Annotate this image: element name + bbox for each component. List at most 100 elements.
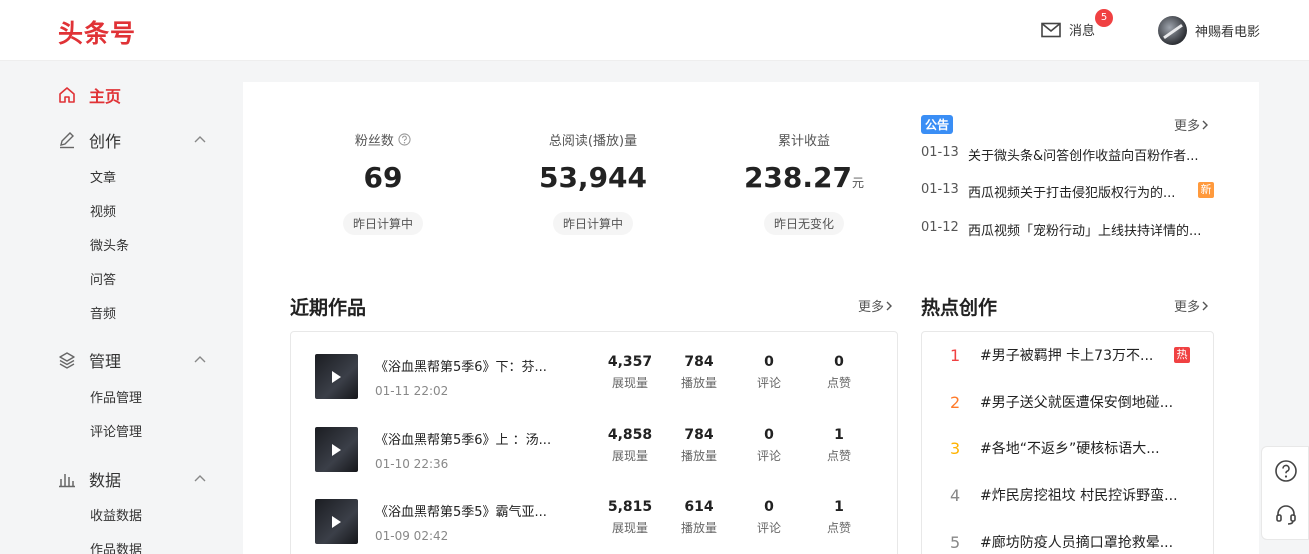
sidebar-group-create[interactable]: 创作	[58, 128, 121, 152]
sidebar-item-qa[interactable]: 问答	[90, 269, 116, 288]
metric-plays: 784 播放量	[680, 427, 717, 463]
video-thumbnail[interactable]	[315, 354, 358, 399]
metric-comments: 0 评论	[756, 499, 781, 535]
metric-comments: 0 评论	[756, 354, 781, 390]
hot-rank: 2	[950, 392, 961, 412]
hot-rank: 1	[950, 345, 961, 365]
announcement-item[interactable]: 01-13 关于微头条&问答创作收益向百粉作者...	[921, 145, 1208, 164]
hot-text: #炸民房挖祖坟 村民控诉野蛮...	[980, 488, 1178, 504]
stat-total-reads: 总阅读(播放)量 53,944 昨日计算中	[493, 130, 693, 235]
stat-label: 总阅读(播放)量	[548, 134, 638, 149]
work-title[interactable]: 《浴血黑帮第5季5》霸气亚...	[375, 501, 547, 520]
hot-text: #廊坊防疫人员摘口罩抢救晕...	[980, 535, 1174, 551]
help-icon[interactable]	[1274, 459, 1298, 483]
metric-impressions: 4,858 展现量	[607, 427, 653, 463]
announcement-item[interactable]: 01-13 西瓜视频关于打击侵犯版权行为的...	[921, 182, 1188, 201]
announcement-text: 西瓜视频关于打击侵犯版权行为的...	[968, 186, 1176, 201]
sidebar-item-works-data[interactable]: 作品数据	[90, 539, 142, 554]
metric-impressions: 5,815 展现量	[607, 499, 653, 535]
stat-note: 昨日计算中	[552, 212, 633, 235]
video-thumbnail[interactable]	[315, 499, 358, 544]
floating-help-panel	[1261, 446, 1309, 540]
sidebar-item-revenue-data[interactable]: 收益数据	[90, 505, 142, 524]
announcement-text: 西瓜视频「宠粉行动」上线扶持详情的...	[968, 224, 1202, 239]
sidebar-group-label: 创作	[89, 132, 122, 151]
home-icon	[59, 87, 75, 103]
hot-topics-more-link[interactable]: 更多	[1174, 296, 1210, 315]
sidebar-item-audio[interactable]: 音频	[90, 303, 116, 322]
sidebar-item-label: 主页	[89, 87, 122, 106]
work-row[interactable]: 《浴血黑帮第5季5》霸气亚... 01-09 02:42 5,815 展现量 61…	[291, 499, 897, 554]
hot-rank: 3	[950, 438, 961, 458]
stat-label: 粉丝数	[354, 134, 394, 149]
sidebar-group-data[interactable]: 数据	[58, 467, 121, 491]
hot-text: #男子送父就医遭保安倒地碰...	[980, 395, 1174, 411]
chevron-up-icon[interactable]	[193, 133, 207, 147]
top-bar: 头条号 消息 5 神赐看电影	[0, 0, 1309, 61]
hot-topic-item[interactable]: 3 #各地“不返乡”硬核标语大...	[950, 438, 1185, 458]
work-title[interactable]: 《浴血黑帮第5季6》上 ：汤...	[375, 429, 551, 448]
messages-count-badge: 5	[1095, 9, 1113, 27]
hot-rank: 5	[950, 532, 961, 552]
hot-text: #男子被羁押 卡上73万不...	[980, 348, 1154, 364]
announcement-date: 01-12	[921, 220, 959, 235]
sidebar-item-video[interactable]: 视频	[90, 201, 116, 220]
hot-rank: 4	[950, 485, 961, 505]
username: 神赐看电影	[1195, 25, 1261, 40]
announcement-date: 01-13	[921, 182, 959, 197]
messages-button[interactable]: 消息	[1041, 20, 1095, 39]
chevron-right-icon	[886, 301, 893, 310]
metric-likes: 0 点赞	[826, 354, 851, 390]
sidebar-item-home[interactable]: 主页	[58, 83, 121, 107]
stat-followers: 粉丝数 69 昨日计算中	[283, 130, 483, 235]
new-badge: 新	[1198, 182, 1214, 198]
hot-topic-item[interactable]: 1 #男子被羁押 卡上73万不...	[950, 345, 1160, 365]
sidebar-item-comments-manage[interactable]: 评论管理	[90, 421, 142, 440]
bar-chart-icon	[59, 474, 75, 488]
logo[interactable]: 头条号	[58, 14, 136, 50]
announcement-date: 01-13	[921, 145, 959, 160]
hot-topic-item[interactable]: 2 #男子送父就医遭保安倒地碰...	[950, 392, 1185, 412]
sidebar-group-label: 数据	[89, 471, 122, 490]
stat-value: 69	[363, 161, 403, 194]
sidebar-group-label: 管理	[89, 352, 122, 371]
recent-works-more-link[interactable]: 更多	[858, 296, 894, 315]
chevron-up-icon[interactable]	[193, 472, 207, 486]
headset-icon[interactable]	[1274, 502, 1298, 526]
avatar	[1158, 16, 1187, 45]
messages-label: 消息	[1069, 24, 1096, 39]
stat-value: 53,944	[538, 161, 648, 194]
layers-icon	[59, 352, 75, 369]
announcement-text: 关于微头条&问答创作收益向百粉作者...	[968, 149, 1199, 164]
work-title[interactable]: 《浴血黑帮第5季6》下：芬...	[375, 356, 547, 375]
user-menu[interactable]: 神赐看电影	[1158, 16, 1260, 45]
stat-note: 昨日计算中	[342, 212, 423, 235]
sidebar-item-article[interactable]: 文章	[90, 167, 116, 186]
work-row[interactable]: 《浴血黑帮第5季6》下：芬... 01-11 22:02 4,357 展现量 78…	[291, 354, 897, 414]
work-time: 01-10 22:36	[375, 457, 449, 471]
sidebar-item-works-manage[interactable]: 作品管理	[90, 387, 142, 406]
main-panel: 粉丝数 69 昨日计算中 总阅读(播放)量 53,944 昨日计算中 累计收益 …	[243, 82, 1259, 554]
metric-comments: 0 评论	[756, 427, 781, 463]
announcements-more-link[interactable]: 更多	[1174, 115, 1210, 134]
work-time: 01-09 02:42	[375, 529, 449, 543]
hot-topics-list: 1 #男子被羁押 卡上73万不... 热 2 #男子送父就医遭保安倒地碰... …	[921, 331, 1214, 554]
hot-topic-item[interactable]: 5 #廊坊防疫人员摘口罩抢救晕...	[950, 532, 1185, 552]
mail-icon	[1041, 22, 1061, 37]
video-thumbnail[interactable]	[315, 427, 358, 472]
metric-plays: 614 播放量	[680, 499, 717, 535]
stat-revenue: 累计收益 238.27元 昨日无变化	[704, 130, 904, 235]
sidebar-item-micro-headline[interactable]: 微头条	[90, 235, 129, 254]
hot-badge: 热	[1174, 347, 1190, 363]
hot-topic-item[interactable]: 4 #炸民房挖祖坟 村民控诉野蛮...	[950, 485, 1185, 505]
hot-topics-title: 热点创作	[921, 297, 998, 319]
help-icon[interactable]	[398, 133, 411, 146]
chevron-up-icon[interactable]	[193, 353, 207, 367]
stat-note: 昨日无变化	[763, 212, 844, 235]
announcement-item[interactable]: 01-12 西瓜视频「宠粉行动」上线扶持详情的...	[921, 220, 1208, 239]
sidebar-group-manage[interactable]: 管理	[58, 348, 121, 372]
work-row[interactable]: 《浴血黑帮第5季6》上 ：汤... 01-10 22:36 4,858 展现量 7…	[291, 427, 897, 487]
metric-likes: 1 点赞	[826, 427, 851, 463]
metric-impressions: 4,357 展现量	[607, 354, 653, 390]
stat-label: 累计收益	[777, 134, 830, 149]
